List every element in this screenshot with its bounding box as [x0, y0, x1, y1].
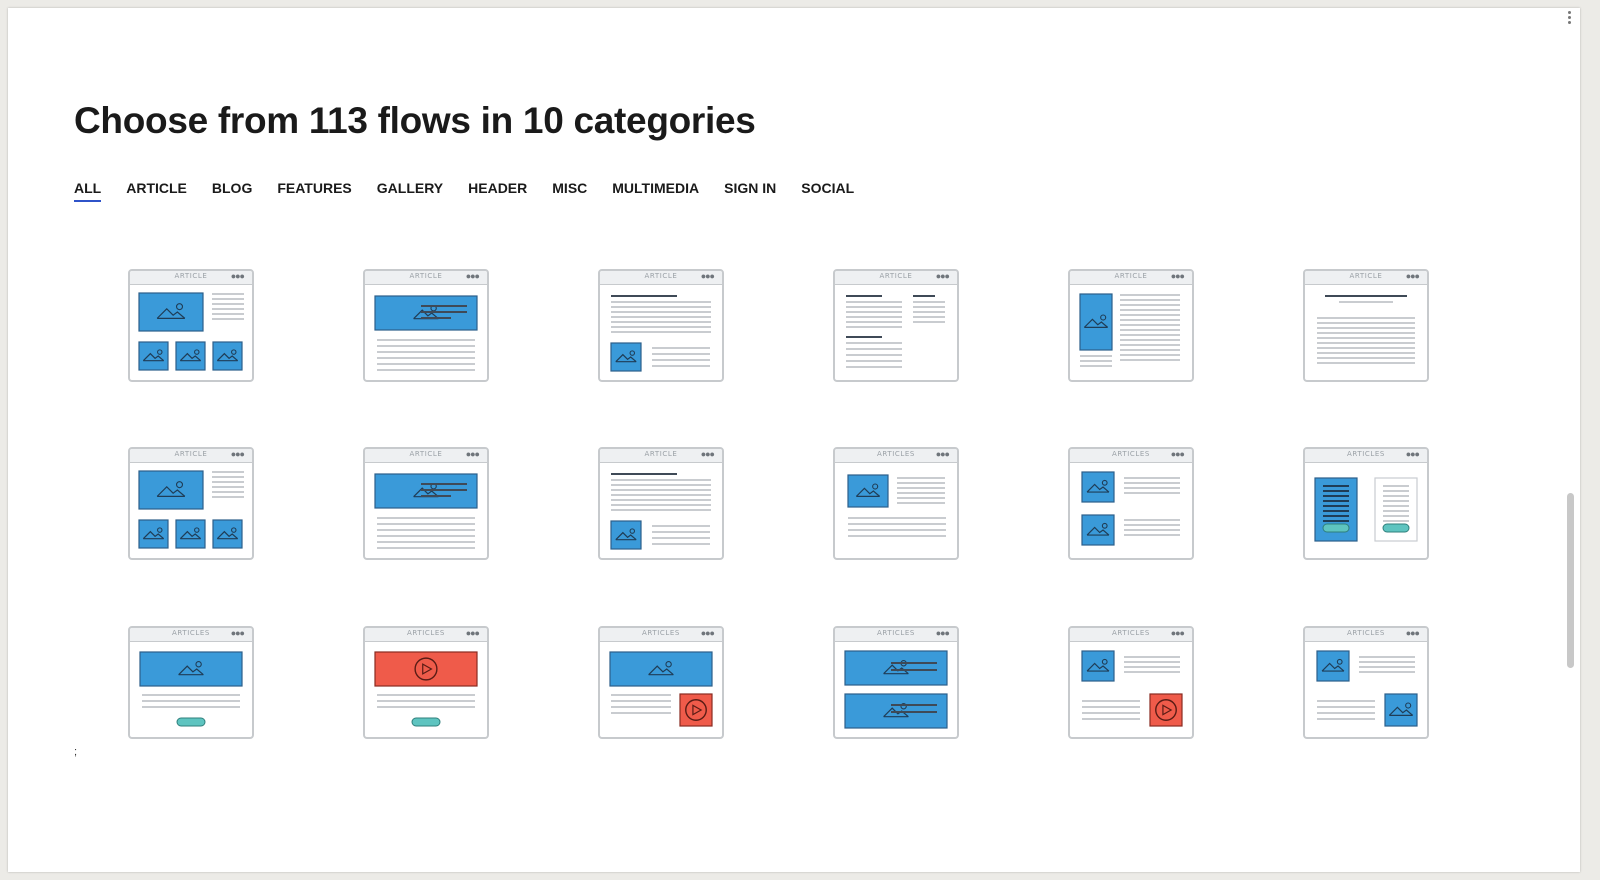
card-menu-icon: ●●● — [1405, 628, 1420, 638]
flow-card[interactable]: ARTICLES ●●● — [598, 626, 724, 739]
card-title-bar: ARTICLE ●●● — [130, 271, 252, 285]
flow-card[interactable]: ARTICLE ●●● — [1068, 269, 1194, 382]
card-title-bar: ARTICLE ●●● — [835, 271, 957, 285]
card-wireframe-thumb-video-thumb — [1081, 650, 1183, 727]
flow-card[interactable]: ARTICLES ●●● — [1068, 626, 1194, 739]
card-wireframe-text-columns — [846, 295, 945, 368]
card-title-bar: ARTICLES ●●● — [130, 628, 252, 642]
flow-card[interactable]: ARTICLE ●●● — [363, 447, 489, 560]
flow-card[interactable]: ARTICLE ●●● — [128, 269, 254, 382]
card-menu-icon: ●●● — [700, 449, 715, 459]
flow-card[interactable]: ARTICLES ●●● — [363, 626, 489, 739]
flow-card[interactable]: ARTICLES ●●● — [833, 626, 959, 739]
card-wireframe-banner-image-text — [374, 473, 478, 549]
stray-text: ; — [74, 746, 78, 758]
more-icon[interactable] — [1568, 11, 1572, 26]
card-wireframe-tall-image-text — [1079, 293, 1180, 367]
flow-card[interactable]: ARTICLE ●●● — [833, 269, 959, 382]
flow-card[interactable]: ARTICLE ●●● — [363, 269, 489, 382]
flow-card[interactable]: ARTICLE ●●● — [598, 447, 724, 560]
card-title-bar: ARTICLES ●●● — [835, 628, 957, 642]
card-menu-icon: ●●● — [935, 449, 950, 459]
card-title-bar: ARTICLES ●●● — [1070, 449, 1192, 463]
card-menu-icon: ●●● — [1405, 449, 1420, 459]
card-wireframe-two-banners — [844, 650, 948, 729]
card-menu-icon: ●●● — [1170, 449, 1185, 459]
card-wireframe-big-image-three-thumbs — [138, 470, 244, 549]
card-menu-icon: ●●● — [230, 449, 245, 459]
card-wireframe-banner-image-text — [374, 295, 478, 371]
browser-window: Choose from 113 flows in 10 categories A… — [8, 8, 1580, 872]
flow-card[interactable]: ARTICLES ●●● — [1068, 447, 1194, 560]
card-wireframe-centered-text — [1317, 295, 1415, 364]
scrollbar[interactable] — [1562, 8, 1578, 872]
flow-card[interactable]: ARTICLE ●●● — [598, 269, 724, 382]
card-title-bar: ARTICLES ●●● — [1305, 449, 1427, 463]
card-title-bar: ARTICLES ●●● — [1305, 628, 1427, 642]
card-menu-icon: ●●● — [700, 271, 715, 281]
card-title-bar: ARTICLE ●●● — [365, 449, 487, 463]
card-menu-icon: ●●● — [1405, 271, 1420, 281]
card-title-bar: ARTICLE ●●● — [1070, 271, 1192, 285]
card-menu-icon: ●●● — [465, 628, 480, 638]
card-menu-icon: ●●● — [230, 271, 245, 281]
flow-card[interactable]: ARTICLE ●●● — [128, 447, 254, 560]
card-wireframe-banner-button — [139, 651, 243, 727]
flow-card[interactable]: ARTICLES ●●● — [128, 626, 254, 739]
card-title-bar: ARTICLE ●●● — [600, 271, 722, 285]
card-wireframe-thumb-image-thumb — [1316, 650, 1418, 727]
flow-card[interactable]: ARTICLES ●●● — [1303, 447, 1429, 560]
card-wireframe-thumb-text-lines — [847, 474, 946, 537]
card-wireframe-text-then-thumb — [610, 295, 711, 372]
card-wireframe-video-banner-button — [374, 651, 478, 727]
card-wireframe-two-columns-buttons — [1314, 477, 1418, 542]
flow-card[interactable]: ARTICLES ●●● — [833, 447, 959, 560]
card-title-bar: ARTICLES ●●● — [835, 449, 957, 463]
card-wireframe-banner-video-thumb — [609, 651, 713, 727]
card-title-bar: ARTICLE ●●● — [600, 449, 722, 463]
card-menu-icon: ●●● — [465, 271, 480, 281]
card-title-bar: ARTICLE ●●● — [130, 449, 252, 463]
scroll-thumb[interactable] — [1567, 493, 1574, 668]
card-wireframe-text-then-thumb — [610, 473, 711, 550]
card-title-bar: ARTICLE ●●● — [1305, 271, 1427, 285]
flow-grid: ARTICLE ●●● ARTICLE ●●● ARTICLE ●●● ARTICLE ●●●… — [8, 8, 1580, 872]
card-menu-icon: ●●● — [935, 271, 950, 281]
card-title-bar: ARTICLES ●●● — [600, 628, 722, 642]
card-menu-icon: ●●● — [230, 628, 245, 638]
card-wireframe-big-image-three-thumbs — [138, 292, 244, 371]
card-menu-icon: ●●● — [1170, 628, 1185, 638]
flow-card[interactable]: ARTICLES ●●● — [1303, 626, 1429, 739]
card-menu-icon: ●●● — [935, 628, 950, 638]
card-title-bar: ARTICLES ●●● — [365, 628, 487, 642]
card-title-bar: ARTICLES ●●● — [1070, 628, 1192, 642]
card-title-bar: ARTICLE ●●● — [365, 271, 487, 285]
card-menu-icon: ●●● — [465, 449, 480, 459]
card-menu-icon: ●●● — [1170, 271, 1185, 281]
flow-card[interactable]: ARTICLE ●●● — [1303, 269, 1429, 382]
card-wireframe-two-thumbs-text — [1081, 471, 1180, 546]
card-menu-icon: ●●● — [700, 628, 715, 638]
